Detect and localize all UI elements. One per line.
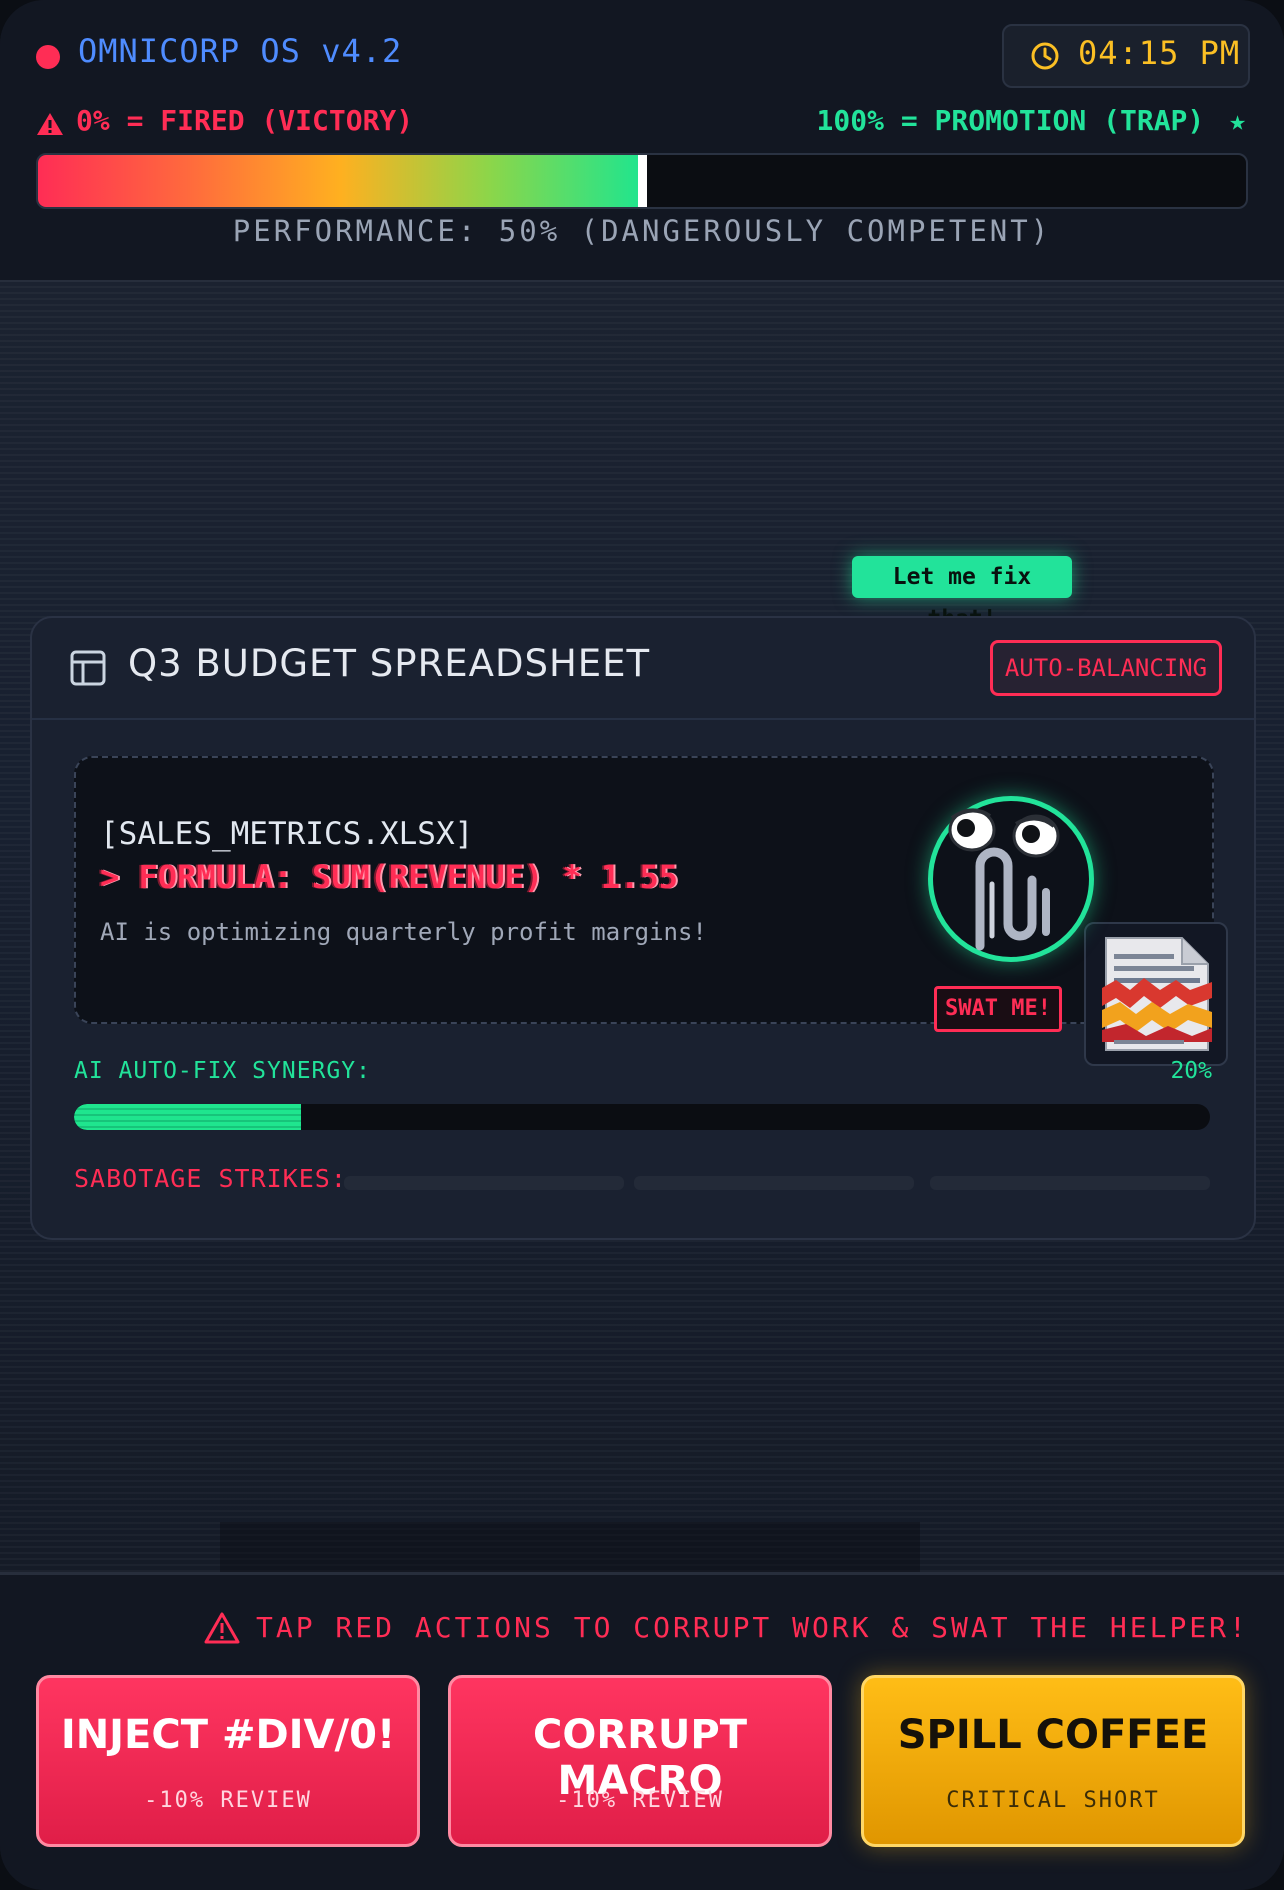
performance-caption: PERFORMANCE: 50% (DANGEROUSLY COMPETENT) xyxy=(232,214,1052,248)
formula-text: > FORMULA: SUM(REVENUE) * 1.55 xyxy=(100,858,678,896)
game-screen: OMNICORP OS v4.2 04:15 PM 0% = FIRED (VI… xyxy=(0,0,1284,1890)
swat-helper-button[interactable]: SWAT ME! xyxy=(934,986,1062,1032)
spill-coffee-button[interactable]: SPILL COFFEE CRITICAL SHORT xyxy=(861,1675,1245,1847)
performance-meter-fill xyxy=(38,155,642,207)
fired-threshold-label: 0% = FIRED (VICTORY) xyxy=(76,104,414,137)
synergy-meter-fill xyxy=(74,1104,302,1130)
synergy-meter xyxy=(74,1104,1210,1130)
ai-status-note: AI is optimizing quarterly profit margin… xyxy=(100,918,707,946)
recording-dot-icon xyxy=(36,45,60,69)
spreadsheet-window: Q3 BUDGET SPREADSHEET AUTO-BALANCING [SA… xyxy=(30,616,1256,1240)
action-panel: TAP RED ACTIONS TO CORRUPT WORK & SWAT T… xyxy=(0,1572,1284,1890)
corrupted-document-tile[interactable] xyxy=(1084,922,1228,1066)
strike-slot xyxy=(634,1176,914,1190)
file-name: [SALES_METRICS.XLSX] xyxy=(100,816,474,852)
clock-icon xyxy=(1031,42,1059,70)
corrupt-macro-button[interactable]: CORRUPT MACRO -10% REVIEW xyxy=(448,1675,832,1847)
warning-icon xyxy=(204,1612,240,1644)
strike-slot xyxy=(344,1176,624,1190)
action-effect: -10% REVIEW xyxy=(556,1788,724,1813)
action-label: SPILL COFFEE xyxy=(897,1712,1209,1758)
paperclip-helper[interactable] xyxy=(928,796,1094,962)
inject-div0-button[interactable]: INJECT #DIV/0! -10% REVIEW xyxy=(36,1675,420,1847)
helper-speech-bubble: Let me fix that! xyxy=(852,556,1072,632)
os-title: OMNICORP OS v4.2 xyxy=(78,32,403,70)
performance-meter-marker xyxy=(638,155,647,207)
sabotage-strikes-label: SABOTAGE STRIKES: xyxy=(74,1164,347,1193)
auto-balancing-badge: AUTO-BALANCING xyxy=(990,640,1222,696)
action-hint: TAP RED ACTIONS TO CORRUPT WORK & SWAT T… xyxy=(256,1611,1249,1644)
strike-slot xyxy=(930,1176,1210,1190)
action-effect: -10% REVIEW xyxy=(144,1788,312,1813)
synergy-label: AI AUTO-FIX SYNERGY: xyxy=(74,1058,371,1084)
promotion-threshold-label: 100% = PROMOTION (TRAP) xyxy=(816,104,1205,137)
spreadsheet-icon xyxy=(70,650,106,686)
file-preview-panel: [SALES_METRICS.XLSX] > FORMULA: SUM(REVE… xyxy=(74,756,1228,1066)
warning-icon xyxy=(37,113,63,135)
promotion-threshold: 100% = PROMOTION (TRAP) ★ xyxy=(817,104,1246,137)
spreadsheet-header: Q3 BUDGET SPREADSHEET AUTO-BALANCING xyxy=(32,618,1254,720)
clock-time: 04:15 PM xyxy=(1078,34,1241,72)
paperclip-helper-icon xyxy=(948,808,1060,951)
corrupted-document-icon xyxy=(1102,937,1212,1051)
star-icon: ★ xyxy=(1229,104,1246,137)
status-header: OMNICORP OS v4.2 04:15 PM 0% = FIRED (VI… xyxy=(0,0,1284,283)
spreadsheet-title: Q3 BUDGET SPREADSHEET xyxy=(128,642,651,685)
synergy-value: 20% xyxy=(1170,1058,1212,1084)
clock-display: 04:15 PM xyxy=(1002,24,1250,88)
performance-meter xyxy=(36,153,1248,209)
action-effect: CRITICAL SHORT xyxy=(946,1788,1160,1813)
action-label: INJECT #DIV/0! xyxy=(60,1712,396,1758)
